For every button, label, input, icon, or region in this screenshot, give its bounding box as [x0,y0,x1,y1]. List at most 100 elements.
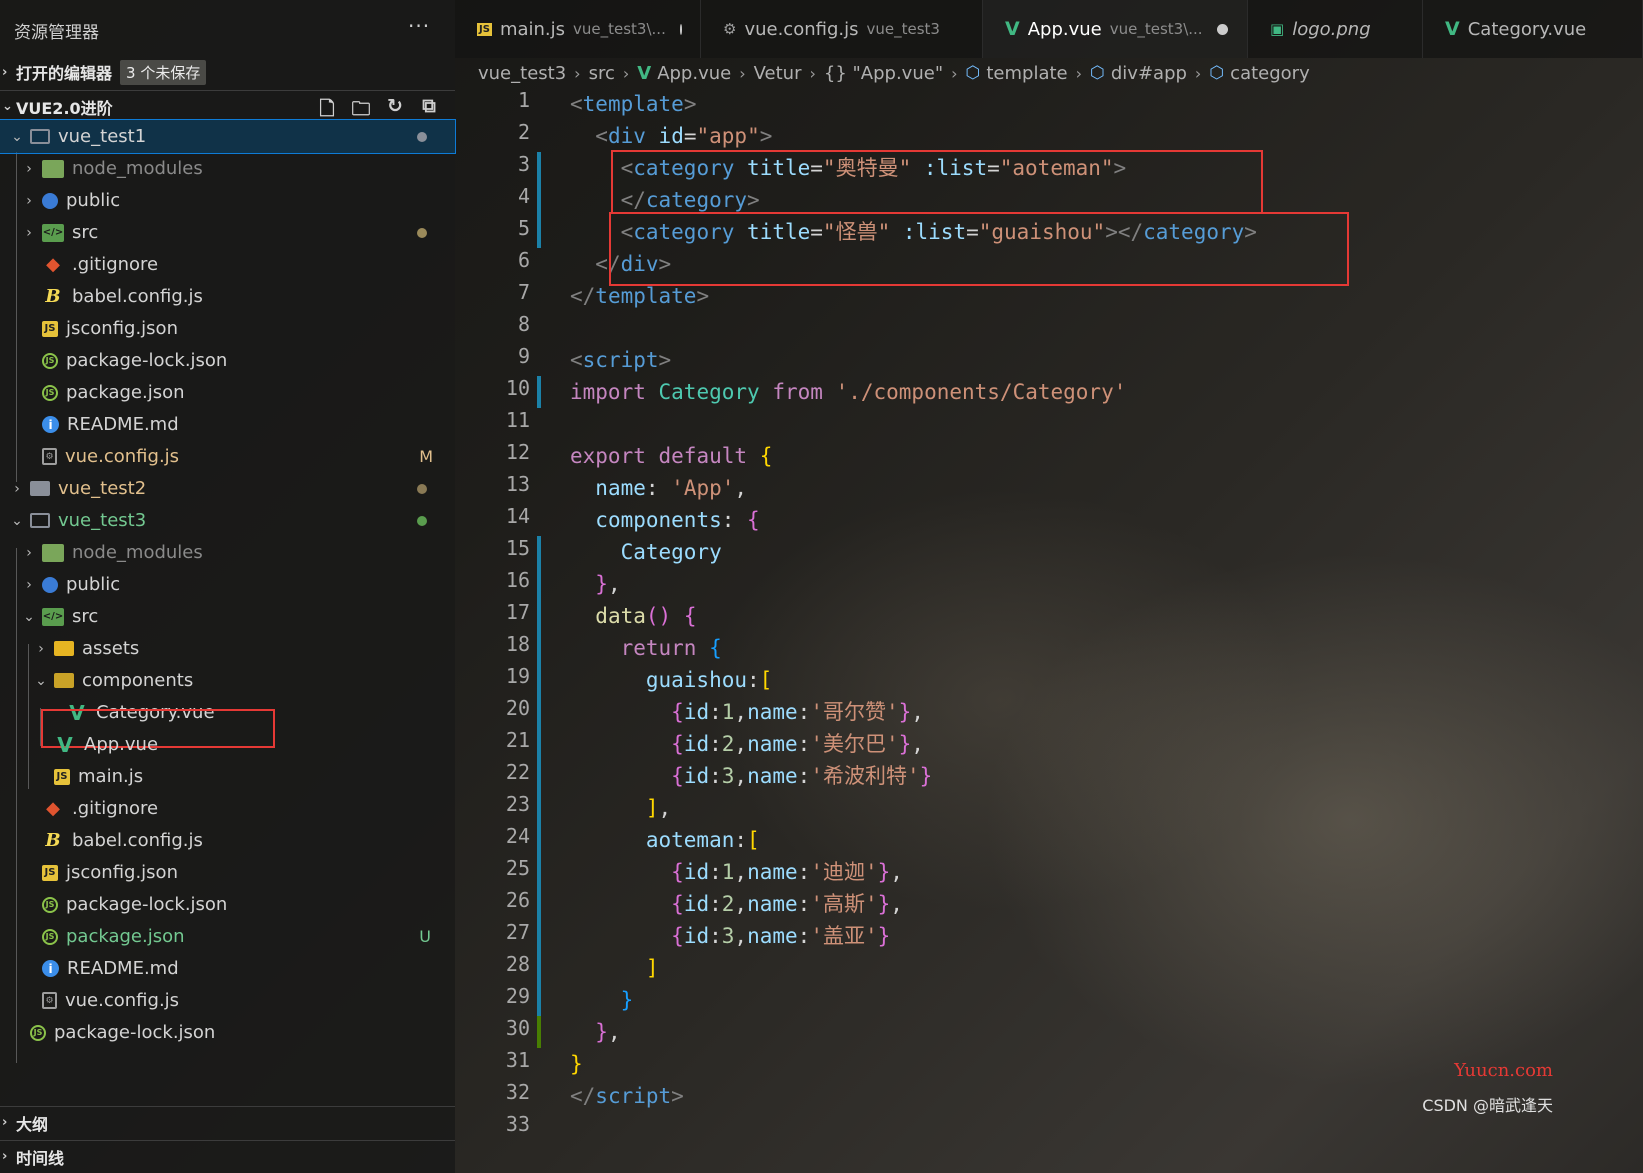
tree-label: assets [82,638,140,659]
tree-folder-vue-test2[interactable]: › vue_test2 [0,472,455,505]
workspace-section[interactable]: ⌄ VUE2.0进阶 🗋 🗀 ↻ ⧉ [0,90,455,122]
chevron-right-icon: › [26,192,32,209]
vue-icon: V [1005,18,1020,40]
line-number: 3 [517,152,530,176]
breadcrumb-item[interactable]: src [589,63,615,84]
outline-section[interactable]: › 大纲 [0,1106,455,1138]
status-dot [417,484,427,494]
tab-vue-config[interactable]: ⚙ vue.config.js vue_test3 [701,0,983,58]
tree-file-package-lock[interactable]: JS package-lock.json [0,888,455,921]
tree-folder-vue-test1[interactable]: ⌄ vue_test1 [0,119,456,154]
tree-file-app-vue[interactable]: V App.vue [0,728,455,761]
tree-label: src [72,222,99,243]
tree-file-main-js[interactable]: JS main.js [0,760,455,793]
tree-file-package[interactable]: JS package.json [0,376,455,409]
tree-file-jsconfig[interactable]: JS jsconfig.json [0,312,455,345]
tree-label: package-lock.json [54,1022,216,1043]
chevron-right-icon: › [14,480,20,497]
tree-label: jsconfig.json [66,318,178,339]
tree-label: node_modules [72,158,203,179]
config-file-icon: ⚙ [42,992,57,1009]
tree-label: main.js [78,766,144,787]
tree-file-readme[interactable]: i README.md [0,952,455,985]
tree-label: public [66,190,121,211]
tree-file-package[interactable]: JS package.json U [0,920,455,953]
chevron-right-icon: › [2,64,8,80]
js-file-icon: JS [42,864,58,881]
tree-folder-public[interactable]: › public [0,184,455,217]
breadcrumb-item[interactable]: Vetur [754,63,802,84]
tree-file-gitignore[interactable]: ◆ .gitignore [0,248,455,281]
tab-category-vue[interactable]: V Category.vue [1423,0,1643,58]
chevron-right-icon: › [809,63,816,83]
timeline-section[interactable]: › 时间线 [0,1140,455,1172]
breadcrumb-item[interactable]: App.vue [657,63,731,84]
watermark-author: CSDN @暗武逢天 [1422,1096,1553,1115]
chevron-right-icon: › [622,63,630,83]
line-number: 21 [505,728,530,752]
code-editor[interactable]: 1 2 3 4 5 6 7 8 9 10 11 12 13 14 15 16 1… [455,88,1643,1173]
babel-icon: B [45,830,61,851]
status-badge: M [419,447,433,466]
breadcrumb-item[interactable]: {} "App.vue" [824,63,943,84]
code-line: {id:3,name:'盖亚'} [671,924,891,948]
status-dot [417,228,427,238]
js-file-icon: JS [42,320,58,337]
tree-folder-public[interactable]: › public [0,568,455,601]
breadcrumb-item[interactable]: vue_test3 [478,63,566,84]
tree-file-package-lock-root[interactable]: JS package-lock.json [0,1016,455,1049]
code-line: name: 'App', [595,476,748,500]
tab-main-js[interactable]: JS main.js vue_test3\... [455,0,701,58]
tree-file-package-lock[interactable]: JS package-lock.json [0,344,455,377]
tree-label: package.json [66,926,185,947]
highlight-box-category-guaishou [609,212,1349,286]
cube-icon: ⬡ [1090,63,1105,83]
code-line: }, [595,572,621,596]
tree-folder-src[interactable]: ⌄ </> src [0,600,455,633]
line-number: 11 [505,408,530,432]
line-number: 32 [505,1080,530,1104]
unsaved-badge: 3 个未保存 [120,59,207,85]
line-number: 13 [505,472,530,496]
explorer-title: 资源管理器 [14,23,99,43]
more-actions-icon[interactable]: ··· [408,14,430,38]
info-icon: i [42,960,59,977]
unsaved-dot-icon[interactable] [679,23,682,35]
tree-folder-components[interactable]: ⌄ components [0,664,455,697]
line-number: 17 [505,600,530,624]
tree-folder-node-modules[interactable]: › node_modules [0,536,455,569]
tree-folder-src[interactable]: › </> src [0,216,455,249]
line-number: 24 [505,824,530,848]
tree-file-jsconfig[interactable]: JS jsconfig.json [0,856,455,889]
tree-file-babel-config[interactable]: B babel.config.js [0,280,455,313]
line-number: 27 [505,920,530,944]
status-dot [417,132,427,142]
line-number: 9 [517,344,530,368]
code-line: guaishou:[ [645,668,773,692]
json-icon: JS [30,1024,46,1041]
babel-icon: B [45,286,61,307]
git-modified-bar [537,536,541,1016]
tree-file-babel-config[interactable]: B babel.config.js [0,824,455,857]
tree-folder-node-modules[interactable]: › node_modules [0,152,455,185]
tab-logo-png[interactable]: ▣ logo.png [1248,0,1423,58]
unsaved-dot-icon[interactable] [1216,23,1228,35]
line-number: 1 [517,88,530,112]
src-folder-icon: </> [42,607,64,626]
tree-folder-assets[interactable]: › assets [0,632,455,665]
tab-app-vue[interactable]: V App.vue vue_test3\... [983,0,1248,58]
tree-file-vue-config[interactable]: ⚙ vue.config.js [0,984,455,1017]
line-number: 6 [517,248,530,272]
breadcrumb-item[interactable]: div#app [1111,63,1187,84]
breadcrumb-item[interactable]: category [1230,63,1310,84]
tree-file-vue-config[interactable]: ⚙ vue.config.js M [0,440,455,473]
line-number: 29 [505,984,530,1008]
line-number: 31 [505,1048,530,1072]
tree-file-gitignore[interactable]: ◆ .gitignore [0,792,455,825]
open-editors-section[interactable]: › 打开的编辑器 3 个未保存 [0,56,455,88]
code-line: </script> [570,1084,684,1108]
tree-file-readme[interactable]: i README.md [0,408,455,441]
json-icon: JS [42,384,58,401]
breadcrumb-item[interactable]: template [986,63,1067,84]
tree-folder-vue-test3[interactable]: ⌄ vue_test3 [0,504,455,537]
